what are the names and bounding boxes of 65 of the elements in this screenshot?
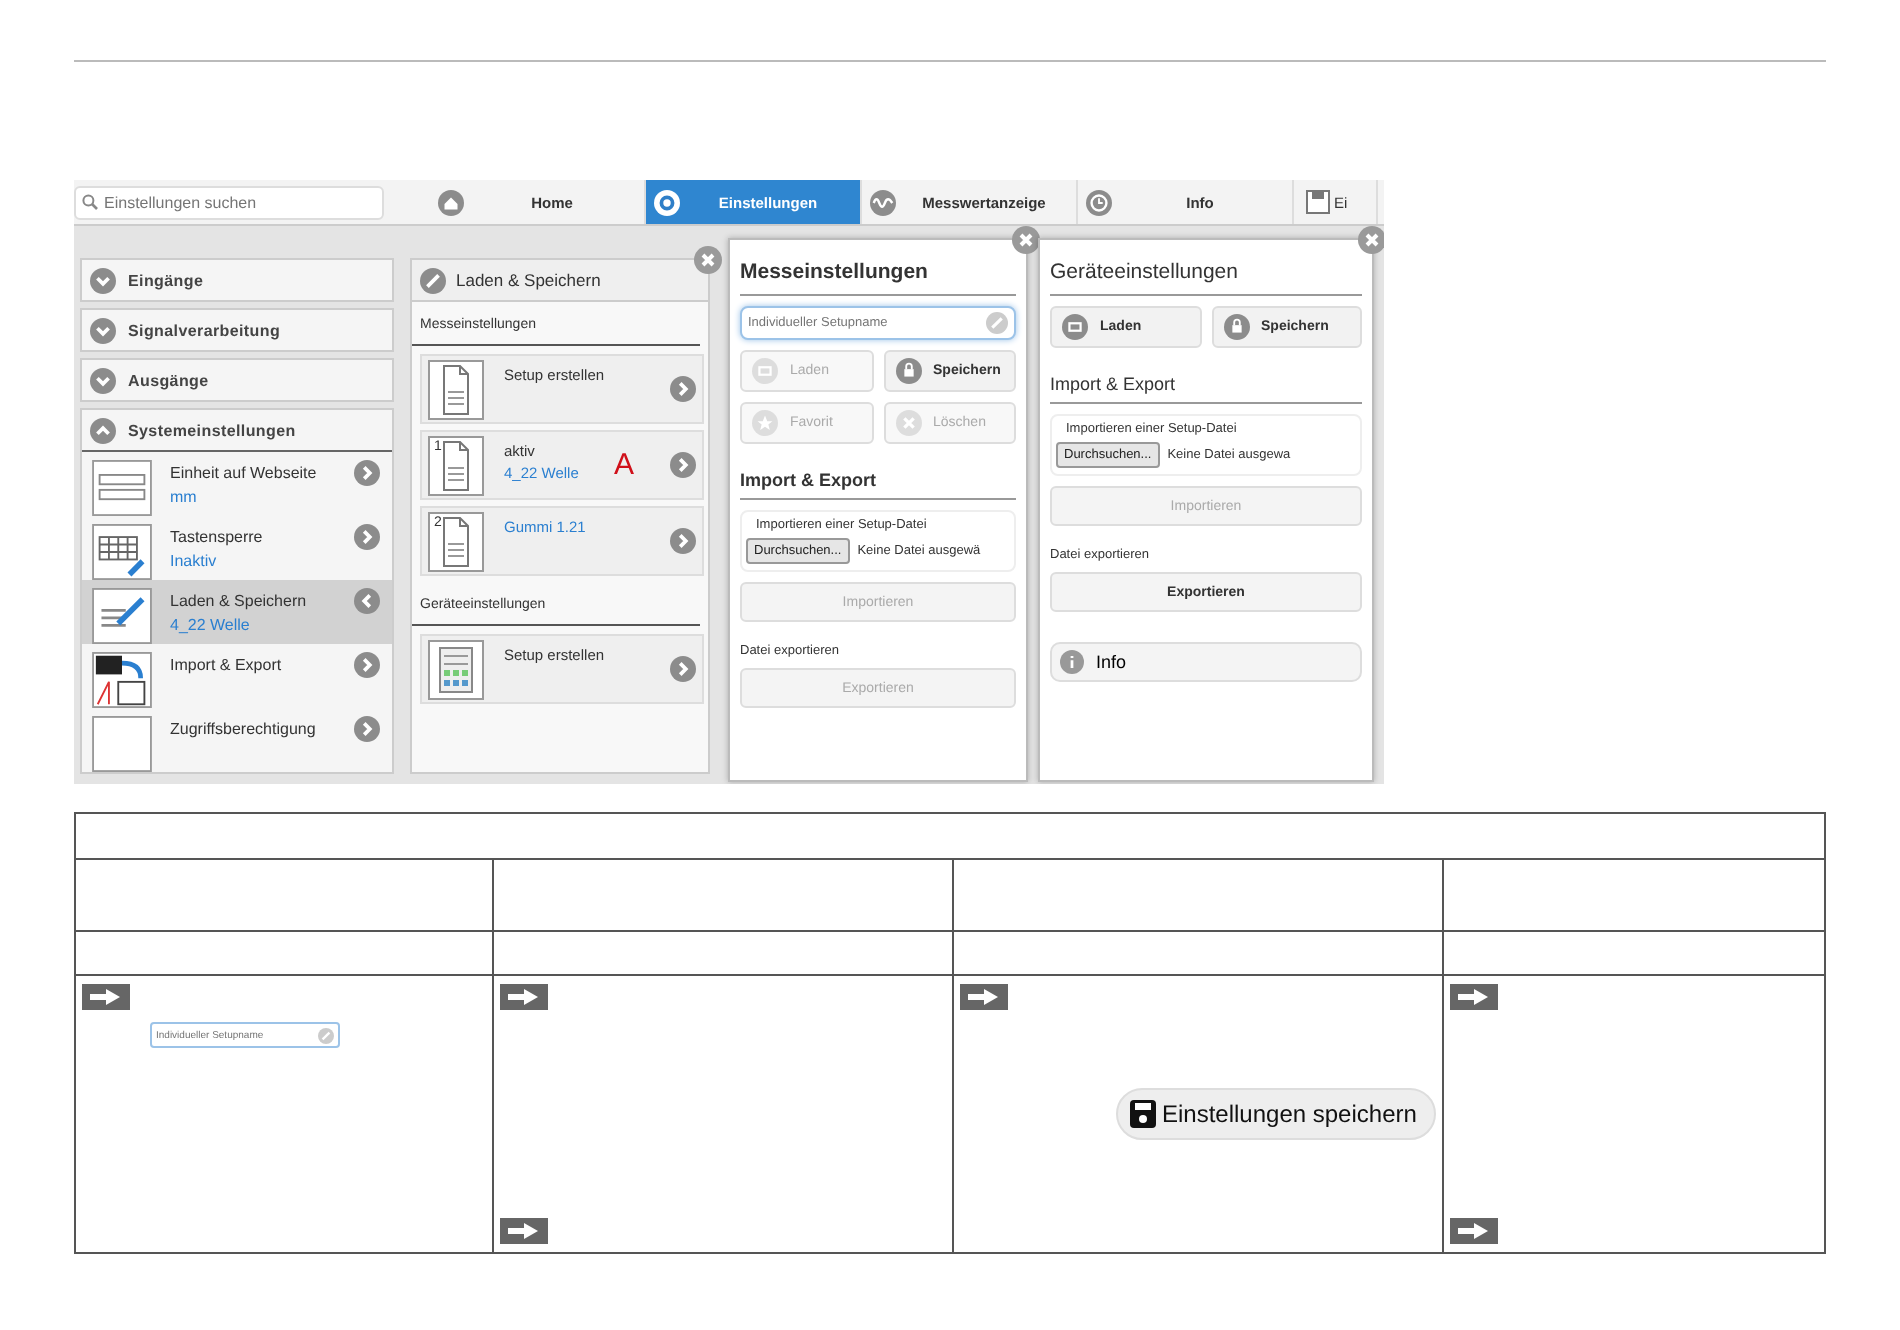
item-value: 4_22 Welle bbox=[170, 616, 252, 634]
dialog-title: Messeinstellungen bbox=[740, 252, 1016, 296]
import-export-icon bbox=[90, 652, 154, 708]
pencil-icon bbox=[986, 312, 1008, 334]
chevron-icon bbox=[90, 267, 116, 293]
section-title: Import & Export bbox=[1050, 358, 1362, 404]
delete-icon bbox=[895, 410, 921, 436]
accordion-header[interactable]: Ausgänge bbox=[82, 360, 392, 400]
lock-icon bbox=[1223, 314, 1249, 340]
star-icon bbox=[752, 410, 778, 436]
accordion-header[interactable]: Signalverarbeitung bbox=[82, 310, 392, 350]
accordion-header[interactable]: Systemeinstellungen bbox=[82, 410, 392, 452]
lock-icon bbox=[895, 358, 921, 384]
chevron-icon bbox=[354, 588, 380, 614]
chevron-icon bbox=[354, 460, 380, 486]
chevron-icon bbox=[670, 528, 696, 554]
chevron-icon bbox=[90, 367, 116, 393]
save-settings-button[interactable]: Einstellungen speichern bbox=[1116, 1088, 1437, 1140]
search-icon bbox=[82, 194, 98, 210]
floppy-icon bbox=[1306, 190, 1330, 214]
item-title: Import & Export bbox=[170, 656, 284, 674]
item-title: Zugriffsberechtigung bbox=[170, 720, 318, 738]
search-field[interactable]: Einstellungen suchen bbox=[74, 185, 384, 219]
chevron-icon bbox=[354, 652, 380, 678]
close-icon[interactable] bbox=[1358, 226, 1384, 254]
home-icon bbox=[438, 189, 464, 215]
ruler-icon bbox=[90, 460, 154, 516]
keypad-icon bbox=[90, 524, 154, 580]
item-value: mm bbox=[170, 488, 199, 506]
panel-header: Laden & Speichern bbox=[412, 260, 708, 302]
settings-list-item[interactable]: Tastensperre Inaktiv bbox=[82, 516, 392, 580]
chevron-icon bbox=[354, 524, 380, 550]
close-icon[interactable] bbox=[694, 246, 722, 274]
item-title: Laden & Speichern bbox=[170, 592, 309, 610]
chevron-icon bbox=[354, 716, 380, 742]
settings-icon bbox=[654, 189, 680, 215]
accordion-header[interactable]: Eingänge bbox=[82, 260, 392, 300]
item-value: Inaktiv bbox=[170, 552, 219, 570]
pencil-icon bbox=[318, 1027, 334, 1043]
load-icon bbox=[752, 358, 778, 384]
pencil-icon bbox=[420, 267, 446, 293]
info-button[interactable]: Info bbox=[1050, 642, 1362, 682]
calculator-icon bbox=[428, 639, 484, 699]
section-title: Import & Export bbox=[740, 454, 1016, 500]
edit-icon bbox=[90, 588, 154, 644]
info-icon bbox=[1060, 650, 1084, 674]
document-icon bbox=[428, 359, 484, 419]
close-icon[interactable] bbox=[1012, 226, 1040, 254]
chevron-icon bbox=[90, 317, 116, 343]
load-icon bbox=[1062, 314, 1088, 340]
chevron-icon bbox=[670, 656, 696, 682]
settings-list-item[interactable]: Import & Export bbox=[82, 644, 392, 708]
chevron-icon bbox=[670, 376, 696, 402]
item-title: Einheit auf Webseite bbox=[170, 464, 319, 482]
settings-list-item[interactable]: Zugriffsberechtigung bbox=[82, 708, 392, 772]
settings-list-item[interactable]: Einheit auf Webseite mm bbox=[82, 452, 392, 516]
item-title: Tastensperre bbox=[170, 528, 265, 546]
chevron-icon bbox=[670, 452, 696, 478]
clock-icon bbox=[1086, 189, 1112, 215]
wave-icon bbox=[870, 189, 896, 215]
dialog-title: Geräteeinstellungen bbox=[1050, 252, 1362, 296]
chevron-icon bbox=[90, 417, 116, 443]
settings-list-item[interactable]: Laden & Speichern 4_22 Welle bbox=[82, 580, 392, 644]
marker-letter: A bbox=[613, 448, 634, 482]
floppy-icon bbox=[1130, 1100, 1156, 1128]
